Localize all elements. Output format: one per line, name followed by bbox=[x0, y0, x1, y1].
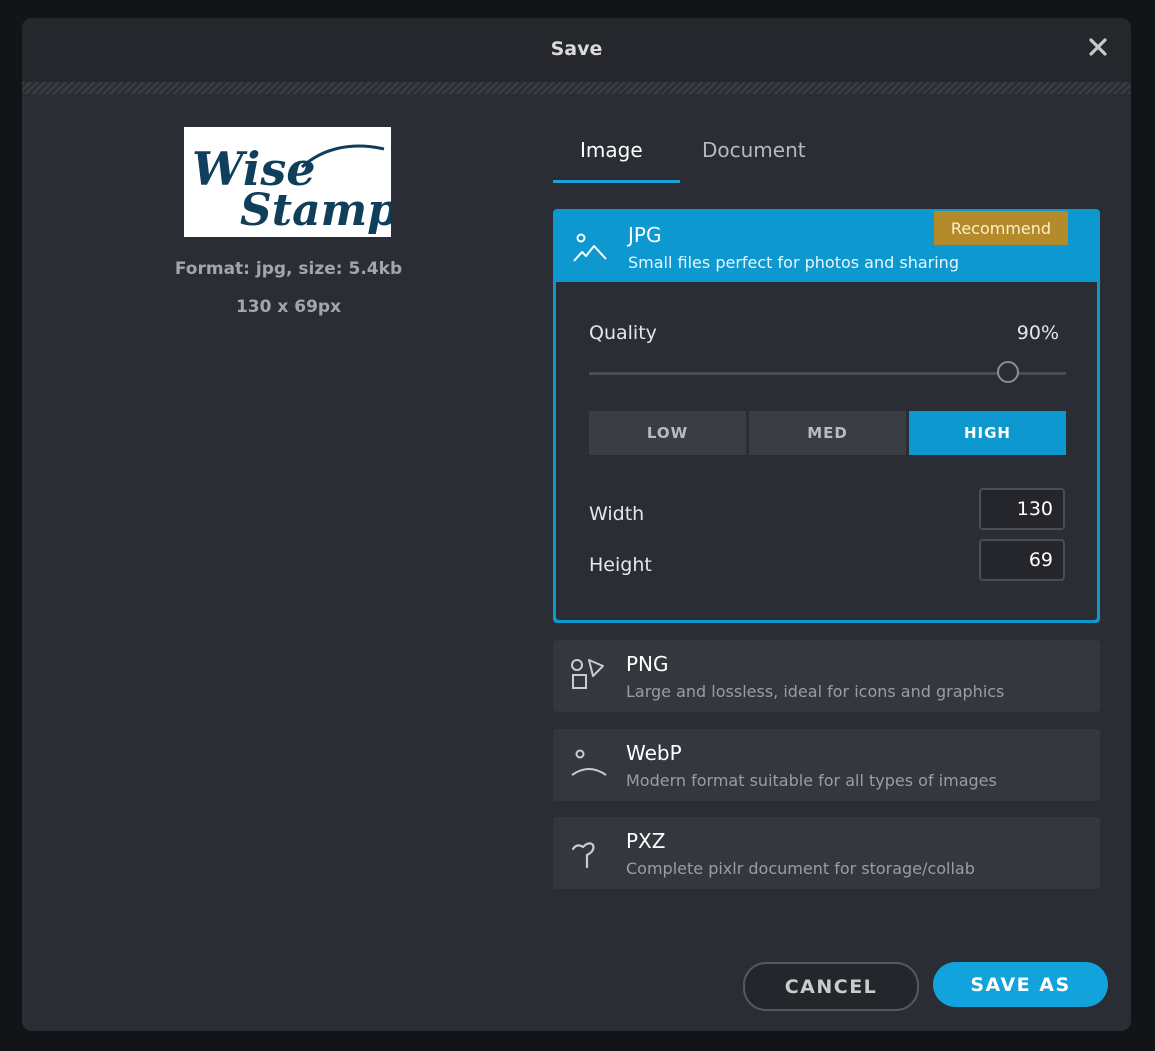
shapes-icon bbox=[569, 658, 609, 698]
format-description: Large and lossless, ideal for icons and … bbox=[626, 682, 1005, 701]
tab-document[interactable]: Document bbox=[702, 138, 806, 162]
close-icon[interactable] bbox=[1083, 32, 1113, 62]
format-option-pxz[interactable]: PXZ Complete pixlr document for storage/… bbox=[553, 817, 1100, 889]
titlebar-divider bbox=[22, 82, 1131, 94]
format-name: PNG bbox=[626, 652, 669, 676]
image-preview: Wise Stamp bbox=[184, 127, 391, 237]
format-info: Format: jpg, size: 5.4kb bbox=[174, 259, 403, 279]
format-description: Small files perfect for photos and shari… bbox=[628, 253, 959, 272]
save-as-button[interactable]: SAVE AS bbox=[933, 962, 1108, 1007]
save-dialog: Save Wise Stamp Format: jpg, size: 5.4kb… bbox=[22, 18, 1131, 1031]
width-input[interactable] bbox=[979, 488, 1065, 530]
quality-preset-high[interactable]: HIGH bbox=[909, 411, 1066, 455]
landscape-icon bbox=[571, 229, 611, 269]
wisestamp-logo: Wise Stamp bbox=[192, 142, 391, 236]
format-description: Complete pixlr document for storage/coll… bbox=[626, 859, 975, 878]
format-description: Modern format suitable for all types of … bbox=[626, 771, 997, 790]
quality-label: Quality bbox=[589, 322, 657, 344]
format-name: WebP bbox=[626, 741, 682, 765]
cancel-button[interactable]: CANCEL bbox=[743, 962, 919, 1011]
format-name: JPG bbox=[628, 223, 662, 247]
dimensions-info: 130 x 69px bbox=[235, 297, 342, 317]
width-label: Width bbox=[589, 503, 645, 525]
format-option-webp[interactable]: WebP Modern format suitable for all type… bbox=[553, 729, 1100, 801]
pin-icon bbox=[569, 835, 609, 875]
arc-icon bbox=[569, 747, 609, 787]
format-option-jpg[interactable]: JPG Small files perfect for photos and s… bbox=[553, 209, 1100, 623]
height-label: Height bbox=[589, 554, 652, 576]
format-name: PXZ bbox=[626, 829, 666, 853]
quality-preset-med[interactable]: MED bbox=[749, 411, 906, 455]
quality-slider-thumb[interactable] bbox=[997, 361, 1019, 383]
quality-slider-track[interactable] bbox=[589, 372, 1066, 375]
recommend-badge: Recommend bbox=[934, 211, 1068, 245]
svg-text:Stamp: Stamp bbox=[240, 185, 391, 236]
quality-preset-low[interactable]: LOW bbox=[589, 411, 746, 455]
height-input[interactable] bbox=[979, 539, 1065, 581]
format-option-png[interactable]: PNG Large and lossless, ideal for icons … bbox=[553, 640, 1100, 712]
tab-active-indicator bbox=[553, 180, 680, 183]
dialog-title: Save bbox=[550, 38, 603, 60]
jpg-options-panel: Quality 90% LOW MED HIGH Width Height bbox=[556, 282, 1097, 620]
quality-value: 90% bbox=[1016, 322, 1059, 344]
dialog-titlebar: Save bbox=[22, 18, 1131, 82]
tab-image[interactable]: Image bbox=[580, 138, 643, 162]
